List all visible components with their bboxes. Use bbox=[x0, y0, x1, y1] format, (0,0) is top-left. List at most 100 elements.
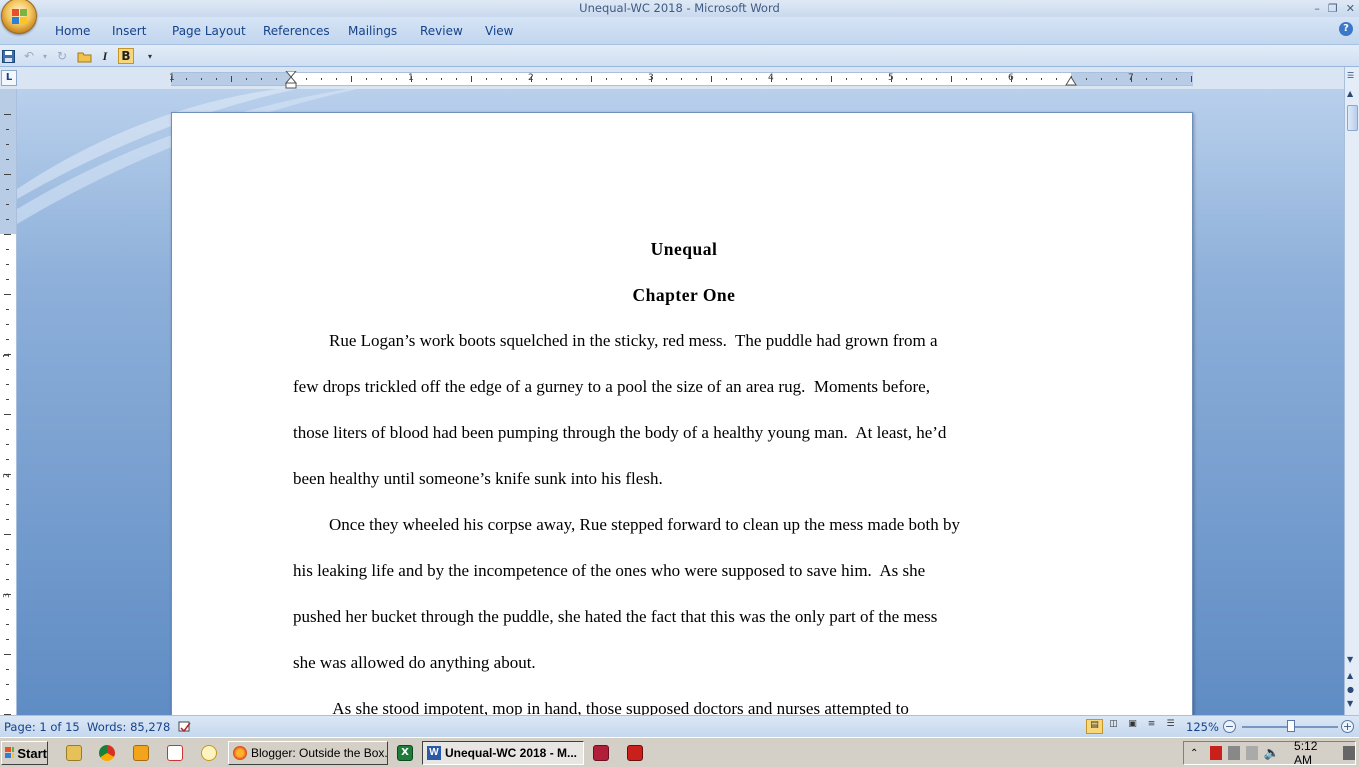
italic-icon[interactable]: I bbox=[97, 48, 113, 64]
undo-icon[interactable]: ↶ bbox=[21, 48, 37, 64]
ruler-tick bbox=[276, 78, 277, 80]
document-body[interactable]: Unequal Chapter One Rue Logan’s work boo… bbox=[293, 226, 1075, 732]
window-controls: – ❐ ✕ bbox=[1314, 0, 1355, 16]
bold-icon[interactable]: B bbox=[118, 48, 134, 64]
scroll-thumb[interactable] bbox=[1347, 105, 1358, 131]
ruler-tick bbox=[501, 78, 502, 80]
clock[interactable]: 5:12 AM bbox=[1294, 739, 1331, 767]
view-ruler-icon[interactable]: ☰ bbox=[1347, 71, 1354, 80]
media-player-icon[interactable] bbox=[133, 745, 149, 761]
restore-icon[interactable]: ❐ bbox=[1328, 2, 1338, 15]
tab-selector[interactable]: L bbox=[1, 70, 17, 86]
ruler-tick bbox=[951, 76, 952, 82]
ruler-tick bbox=[6, 159, 9, 160]
ruler-tick bbox=[6, 564, 9, 565]
draft-icon[interactable]: ☰ bbox=[1162, 719, 1179, 734]
notes-app-icon[interactable] bbox=[201, 745, 217, 761]
web-layout-icon[interactable]: ▣ bbox=[1124, 719, 1141, 734]
excel-icon[interactable]: X bbox=[397, 745, 413, 761]
ruler-tick bbox=[6, 204, 9, 205]
horizontal-ruler[interactable]: 1 1 2 3 4 5 6 7 bbox=[169, 71, 1193, 89]
ruler-tick bbox=[1026, 78, 1027, 80]
ruler-tick bbox=[6, 219, 9, 220]
ruler-tick bbox=[6, 579, 9, 580]
notification-icon[interactable] bbox=[1343, 746, 1355, 760]
proofing-icon[interactable] bbox=[177, 720, 193, 737]
full-screen-reading-icon[interactable]: ◫ bbox=[1105, 719, 1122, 734]
calendar-app-icon[interactable] bbox=[627, 745, 643, 761]
ruler-tick bbox=[981, 78, 982, 80]
vertical-ruler[interactable]: 1 2 3 bbox=[0, 89, 17, 715]
device-icon[interactable] bbox=[1246, 746, 1258, 760]
document-line: she was allowed do anything about. bbox=[293, 653, 536, 672]
ruler-tick bbox=[186, 78, 187, 80]
help-icon[interactable]: ? bbox=[1339, 22, 1353, 36]
next-page-icon[interactable]: ▼ bbox=[1347, 699, 1353, 708]
scroll-up-icon[interactable]: ▲ bbox=[1347, 89, 1353, 98]
ruler-tick bbox=[786, 78, 787, 80]
outline-icon[interactable]: ≡ bbox=[1143, 719, 1160, 734]
word-count[interactable]: Words: 85,278 bbox=[87, 720, 170, 734]
print-layout-icon[interactable]: ▤ bbox=[1086, 719, 1103, 734]
volume-icon[interactable]: 🔈 bbox=[1264, 745, 1280, 761]
ruler-tick bbox=[486, 78, 487, 80]
security-icon[interactable] bbox=[1210, 746, 1223, 760]
undo-dropdown-icon[interactable]: ▾ bbox=[37, 48, 53, 64]
tab-review[interactable]: Review bbox=[420, 24, 463, 38]
ruler-tick bbox=[6, 669, 9, 670]
quick-access-toolbar: ↶ ▾ ↻ I B ▾ bbox=[0, 45, 1359, 67]
ruler-tick bbox=[1086, 78, 1087, 80]
zoom-in-icon[interactable]: + bbox=[1341, 720, 1354, 733]
ruler-tick bbox=[6, 129, 9, 130]
task-blogger[interactable]: Blogger: Outside the Box... bbox=[228, 741, 388, 765]
chart-app-icon[interactable] bbox=[167, 745, 183, 761]
indent-marker-icon[interactable] bbox=[285, 71, 297, 89]
select-browse-object-icon[interactable]: ● bbox=[1347, 685, 1354, 694]
window-title: Unequal-WC 2018 - Microsoft Word bbox=[579, 1, 780, 15]
tab-references[interactable]: References bbox=[263, 24, 330, 38]
redo-icon[interactable]: ↻ bbox=[54, 48, 70, 64]
ruler-tick bbox=[666, 78, 667, 80]
page-count[interactable]: Page: 1 of 15 bbox=[4, 720, 80, 734]
ruler-tick bbox=[1176, 78, 1177, 80]
ruler-tick bbox=[426, 78, 427, 80]
explorer-folder-icon[interactable] bbox=[66, 745, 82, 761]
vertical-scrollbar[interactable]: ☰ ▲ ▼ ▲ ● ▼ bbox=[1344, 67, 1359, 715]
ruler-tick bbox=[471, 76, 472, 82]
tab-view[interactable]: View bbox=[485, 24, 513, 38]
ruler-tick bbox=[6, 549, 9, 550]
right-indent-marker-icon[interactable] bbox=[1065, 75, 1077, 86]
customize-qat-icon[interactable]: ▾ bbox=[142, 48, 158, 64]
document-line: been healthy until someone’s knife sunk … bbox=[293, 469, 663, 488]
tab-mailings[interactable]: Mailings bbox=[348, 24, 397, 38]
ruler-tick bbox=[1161, 78, 1162, 80]
save-icon[interactable] bbox=[0, 48, 16, 64]
tray-expand-icon[interactable]: ⌃ bbox=[1190, 748, 1198, 759]
ruler-tick bbox=[681, 78, 682, 80]
ruler-tick bbox=[696, 78, 697, 80]
close-icon[interactable]: ✕ bbox=[1346, 2, 1355, 15]
zoom-level[interactable]: 125% bbox=[1186, 720, 1219, 734]
ruler-tick bbox=[516, 78, 517, 80]
zoom-out-icon[interactable]: − bbox=[1223, 720, 1236, 733]
ruler-tick bbox=[321, 78, 322, 80]
paint-app-icon[interactable] bbox=[593, 745, 609, 761]
previous-page-icon[interactable]: ▲ bbox=[1347, 671, 1353, 680]
task-word[interactable]: W Unequal-WC 2018 - M... bbox=[422, 741, 584, 765]
document-line: Rue Logan’s work boots squelched in the … bbox=[329, 331, 938, 350]
tab-page-layout[interactable]: Page Layout bbox=[172, 24, 246, 38]
tab-home[interactable]: Home bbox=[55, 24, 90, 38]
chrome-icon[interactable] bbox=[99, 745, 115, 761]
ruler-tick bbox=[6, 264, 9, 265]
ruler-tick bbox=[891, 76, 892, 82]
scroll-down-icon[interactable]: ▼ bbox=[1347, 655, 1353, 664]
document-page[interactable]: Unequal Chapter One Rue Logan’s work boo… bbox=[171, 112, 1193, 732]
zoom-slider-thumb[interactable] bbox=[1287, 720, 1295, 732]
ruler-tick bbox=[216, 78, 217, 80]
minimize-icon[interactable]: – bbox=[1314, 2, 1320, 15]
network-icon[interactable] bbox=[1228, 746, 1241, 760]
open-folder-icon[interactable] bbox=[76, 48, 92, 64]
taskbar: Start Blogger: Outside the Box... X W Un… bbox=[0, 737, 1359, 767]
start-button[interactable]: Start bbox=[1, 741, 48, 765]
tab-insert[interactable]: Insert bbox=[112, 24, 146, 38]
